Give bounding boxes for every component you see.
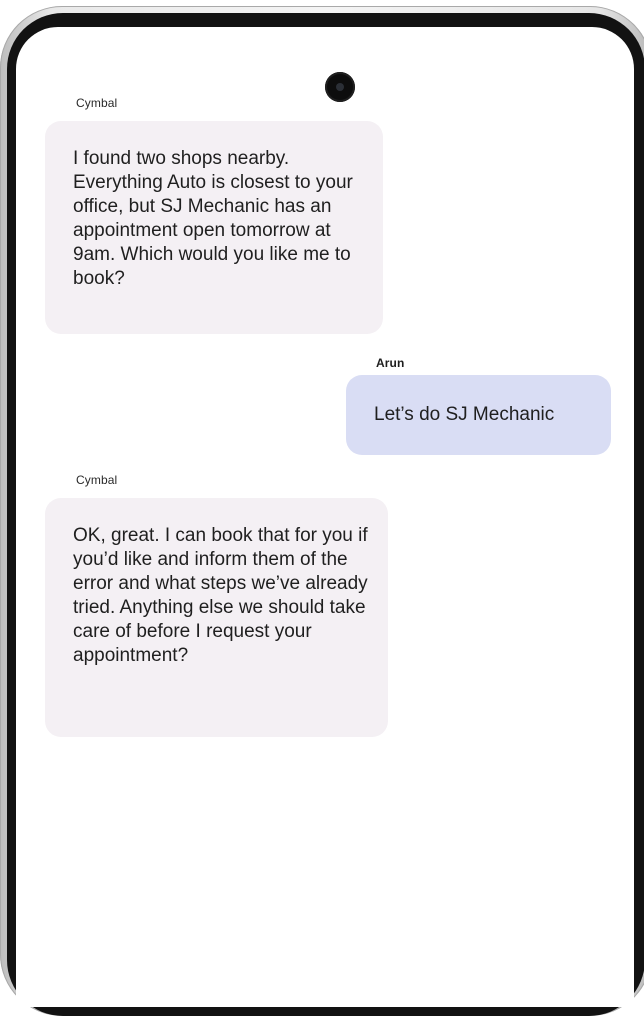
message-sender: Cymbal bbox=[76, 96, 118, 110]
assistant-message-bubble[interactable]: I found two shops nearby. Everything Aut… bbox=[45, 121, 383, 334]
assistant-message-bubble[interactable]: OK, great. I can book that for you if yo… bbox=[45, 498, 388, 737]
message-sender: Cymbal bbox=[76, 473, 118, 487]
user-message-bubble[interactable]: Let’s do SJ Mechanic bbox=[346, 375, 611, 455]
camera-lens bbox=[336, 83, 344, 91]
front-camera-icon bbox=[325, 72, 355, 102]
message-sender: Arun bbox=[376, 356, 405, 370]
